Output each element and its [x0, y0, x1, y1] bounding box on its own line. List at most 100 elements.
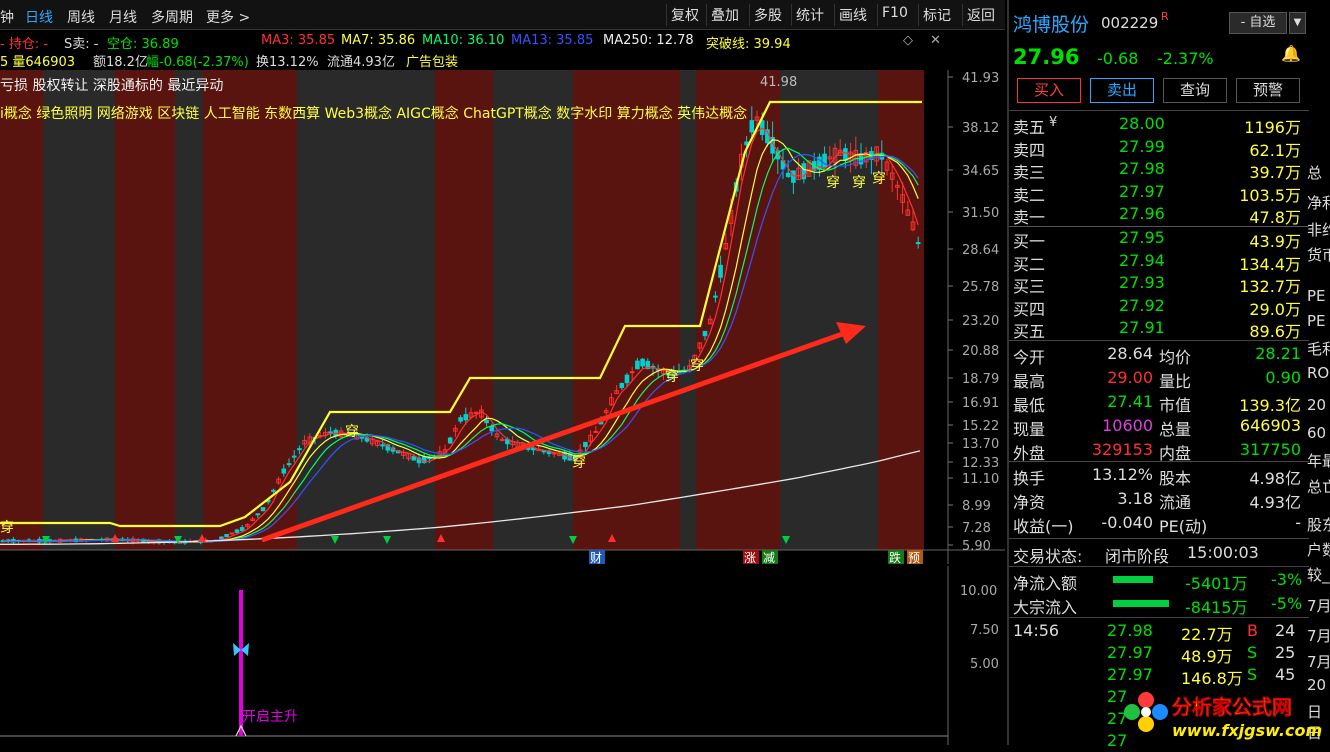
- tab-weekly[interactable]: 周线: [67, 7, 95, 27]
- tab-more[interactable]: 更多 >: [206, 7, 250, 27]
- bid-label: 买四: [1013, 299, 1046, 319]
- tagline-2: i概念 绿色照明 网络游戏 区块链 人工智能 东数西算 Web3概念 AIGC概…: [0, 105, 747, 122]
- clipped-label: PE: [1307, 312, 1326, 330]
- tab-minute[interactable]: 钟: [0, 7, 14, 27]
- sub-tick-7.5: 7.50: [970, 623, 999, 638]
- tab-daily[interactable]: 日线: [25, 7, 53, 27]
- ma13-label: MA13: 35.85: [511, 33, 594, 48]
- bid-label: 买五: [1013, 322, 1046, 341]
- candle-body: [489, 425, 495, 432]
- ma250-label: MA250: 12.78: [603, 33, 694, 48]
- zhang-marker[interactable]: 涨: [744, 550, 756, 565]
- mark-button[interactable]: 标记: [918, 4, 955, 26]
- indicator-subchart[interactable]: 10.00 7.50 5.00 开启主升: [0, 566, 1005, 745]
- diamond-icon[interactable]: ◇: [903, 33, 913, 48]
- tab-multi-period[interactable]: 多周期: [151, 7, 193, 27]
- trade-status-value: 闭市阶段: [1105, 547, 1170, 566]
- bid-price[interactable]: 27.93: [1119, 273, 1165, 292]
- band-red: [573, 70, 680, 550]
- quote-panel: 鸿博股份 002229 R - 自选 ▼ 27.96 -0.68 -2.37% …: [1007, 0, 1330, 750]
- volume-label: 5 量646903: [0, 55, 76, 70]
- stat-value: 29.00: [1107, 368, 1153, 387]
- stat-label: 现量: [1013, 420, 1046, 439]
- candle-body: [713, 295, 718, 298]
- buy-button[interactable]: 买入: [1017, 78, 1081, 103]
- flow-block-pct: -5%: [1271, 594, 1303, 613]
- divider: [1009, 617, 1309, 618]
- multi-stock-button[interactable]: 多股: [749, 4, 786, 26]
- alert-button[interactable]: 预警: [1236, 78, 1300, 103]
- y-tick: 13.70: [962, 437, 999, 452]
- price-change-pct: -2.37%: [1157, 49, 1214, 68]
- stat-label: 最高: [1013, 372, 1046, 391]
- f10-button[interactable]: F10: [877, 4, 912, 26]
- stat-value: 329153: [1091, 440, 1153, 459]
- sell-label: S卖: -: [64, 37, 99, 52]
- candle-body: [749, 120, 755, 133]
- tab-monthly[interactable]: 月线: [109, 7, 137, 27]
- tick-time: 14:56: [1013, 621, 1060, 640]
- clipped-label: 总亡: [1307, 478, 1330, 496]
- candle-body: [484, 419, 489, 424]
- bid-price[interactable]: 27.91: [1119, 318, 1165, 337]
- divider: [1009, 340, 1309, 341]
- chuan-label: 穿: [345, 424, 359, 440]
- watchlist-button[interactable]: - 自选: [1229, 12, 1287, 34]
- last-price: 27.96: [1013, 45, 1080, 69]
- yu-marker[interactable]: 预: [908, 551, 920, 565]
- trade-status-label: 交易状态:: [1013, 547, 1083, 566]
- bid-row: 买四 27.92 29.0万: [1009, 295, 1305, 319]
- ask-price[interactable]: 27.98: [1119, 159, 1165, 178]
- ask-price[interactable]: 28.00: [1119, 114, 1165, 133]
- clipped-label: 60: [1307, 424, 1327, 442]
- bid-price[interactable]: 27.94: [1119, 251, 1165, 270]
- ask-price[interactable]: 27.97: [1119, 182, 1165, 201]
- statistics-button[interactable]: 统计: [791, 4, 828, 26]
- stat-label: 换手: [1013, 469, 1046, 488]
- stat-row: 最高 29.00 量比 0.90: [1009, 367, 1305, 391]
- watermark-svg: 分析家公式网 www.fxjgsw.com: [1124, 692, 1322, 740]
- draw-line-button[interactable]: 画线: [834, 4, 871, 26]
- candle-body: [224, 533, 229, 538]
- float-label: 流通4.93亿: [327, 55, 395, 70]
- tick-price: 27.98: [1107, 621, 1153, 640]
- bid-price[interactable]: 27.92: [1119, 296, 1165, 315]
- cai-marker[interactable]: 财: [590, 551, 602, 565]
- industry-tag[interactable]: 广告包装: [406, 51, 458, 70]
- clipped-label: 毛利: [1307, 340, 1330, 358]
- candle-body: [635, 360, 640, 370]
- ask-price[interactable]: 27.96: [1119, 204, 1165, 223]
- adjust-button[interactable]: 复权: [666, 4, 703, 26]
- ask-label: 卖五: [1013, 118, 1046, 137]
- kline-chart[interactable]: 41.93 38.12 34.65 31.50 28.64 25.78 23.20 20.88…: [0, 70, 1005, 565]
- bid-row: 买一 27.95 43.9万: [1009, 227, 1305, 251]
- watchlist-dropdown-icon[interactable]: ▼: [1289, 12, 1306, 34]
- stat-value: 13.12%: [1091, 465, 1153, 484]
- stock-code: 002229: [1101, 14, 1159, 32]
- chuan-label: 穿: [872, 171, 886, 187]
- overlay-button[interactable]: 叠加: [706, 4, 743, 26]
- ask-price[interactable]: 27.99: [1119, 137, 1165, 156]
- flow-net-bar: [1113, 576, 1153, 583]
- ask-label: 卖一: [1013, 208, 1046, 227]
- stock-name: 鸿博股份: [1013, 14, 1090, 36]
- price-change: -0.68: [1097, 49, 1139, 68]
- query-button[interactable]: 查询: [1163, 78, 1227, 103]
- close-icon[interactable]: ✕: [930, 33, 941, 48]
- ma10-label: MA10: 36.10: [422, 33, 505, 48]
- sell-button[interactable]: 卖出: [1090, 78, 1154, 103]
- flow-block-label: 大宗流入: [1013, 598, 1078, 617]
- stat-value: 0.90: [1265, 368, 1301, 387]
- stat-row: 最低 27.41 市值 139.3亿: [1009, 391, 1305, 415]
- band-red: [115, 70, 175, 550]
- chuan-label: 穿: [665, 369, 679, 385]
- divider: [1009, 566, 1309, 567]
- die-marker[interactable]: 跌: [889, 550, 901, 565]
- back-button[interactable]: 返回: [962, 4, 999, 26]
- divider: [1009, 110, 1309, 111]
- tick-count: 24: [1275, 621, 1296, 640]
- jian-marker[interactable]: 减: [763, 551, 775, 565]
- bell-icon[interactable]: 🔔: [1281, 44, 1301, 63]
- tick-count: 45: [1275, 665, 1296, 684]
- bid-price[interactable]: 27.95: [1119, 228, 1165, 247]
